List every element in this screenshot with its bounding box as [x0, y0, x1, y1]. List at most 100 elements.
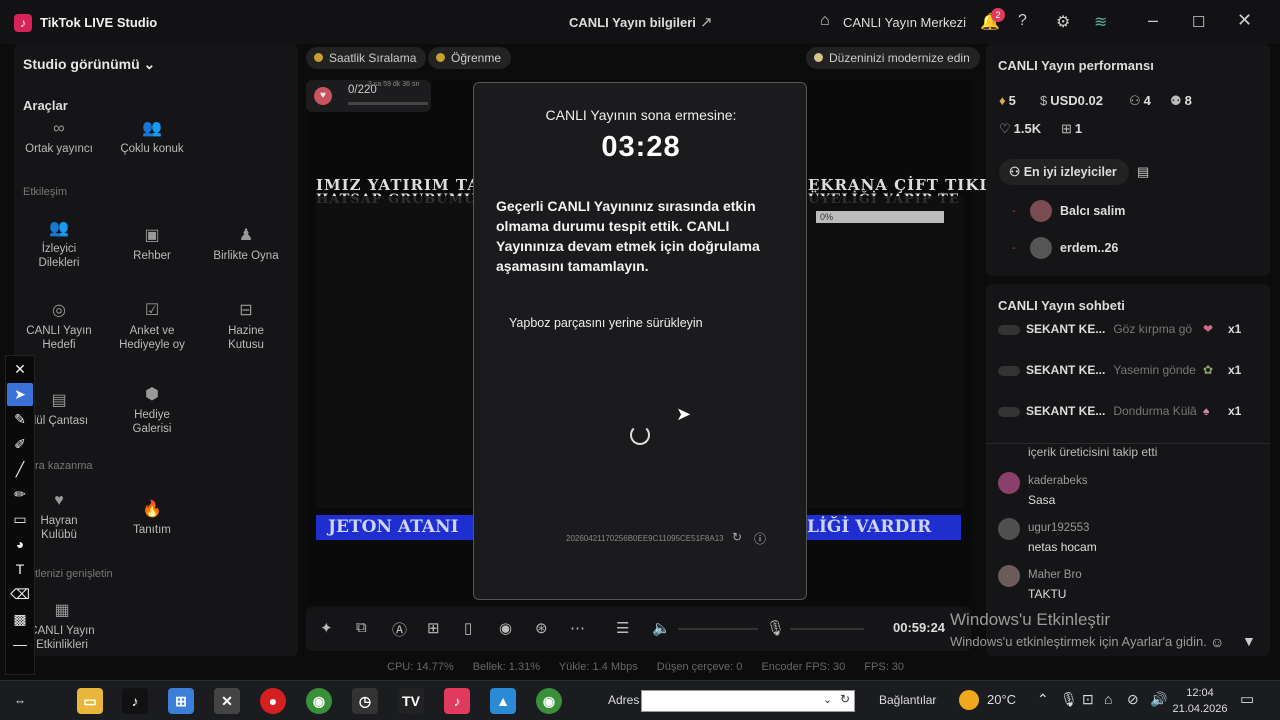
chevron-down-icon[interactable]: ⌄ [823, 693, 832, 706]
chrome-icon[interactable]: ◉ [306, 688, 332, 714]
minus-icon[interactable]: — [7, 633, 33, 656]
brush-icon[interactable]: ✏ [7, 483, 33, 506]
ai-effects-icon[interactable]: Ⓐ [392, 619, 407, 640]
mic-volume-slider[interactable] [790, 628, 864, 630]
tool-promote[interactable]: 🔥 Tanıtım [108, 502, 196, 537]
speaker-icon[interactable]: 🔈 [652, 619, 671, 637]
modernize-chip[interactable]: Düzeninizi modernize edin [806, 47, 980, 69]
photos-icon[interactable]: ▲ [490, 688, 516, 714]
studio-view-dropdown[interactable]: Studio görünümü ⌄ [23, 56, 155, 73]
help-icon[interactable]: ? [1018, 12, 1027, 30]
activation-watermark-text: Windows'u etkinleştirmek için Ayarlar'a … [950, 634, 1207, 649]
link-icon[interactable]: ⊘ [1127, 691, 1139, 708]
connections-toolbar[interactable]: Bağlantılar [879, 693, 936, 707]
temperature[interactable]: 20°C [987, 692, 1016, 707]
chat-text: netas hocam [1028, 540, 1097, 554]
tool-poll[interactable]: ☑ Anket ve Hediyeyle oy [108, 303, 196, 352]
start-icon[interactable]: ⇔ [6, 688, 34, 714]
tool-play-together[interactable]: ♟ Birlikte Oyna [202, 228, 290, 263]
gift-icon: ♠ [1203, 404, 1210, 418]
bulb-icon [814, 53, 823, 62]
learning-chip[interactable]: Öğrenme [428, 47, 512, 69]
speaker-volume-slider[interactable] [678, 628, 758, 630]
chat-user[interactable]: kaderabeks [1028, 475, 1087, 487]
system-clock[interactable]: 12:04 21.04.2026 [1172, 685, 1228, 717]
top-viewers-tab[interactable]: ⚇ En iyi izleyiciler [999, 159, 1129, 185]
viewer-name[interactable]: erdem..26 [1060, 241, 1118, 255]
record-icon[interactable]: ◉ [499, 619, 512, 637]
gear-icon[interactable]: ⚙ [1056, 12, 1070, 32]
chat-text: TAKTU [1028, 587, 1067, 601]
tool-treasure-box[interactable]: ⊟ Hazine Kutusu [202, 303, 290, 352]
tool-co-host[interactable]: ∞ Ortak yayıncı [15, 121, 103, 156]
volume-icon[interactable]: 🔊 [1150, 691, 1167, 708]
hourly-ranking-chip[interactable]: Saatlik Sıralama [306, 47, 427, 69]
network-icon[interactable]: ⌂ [1104, 691, 1112, 707]
layers-icon[interactable]: ≋ [1094, 12, 1107, 32]
chat-user[interactable]: Maher Bro [1028, 569, 1082, 581]
eraser-icon[interactable]: ⌫ [7, 583, 33, 606]
marker-icon[interactable]: ✐ [7, 433, 33, 456]
more-icon[interactable]: ⋯ [570, 619, 585, 637]
likes-stat: ♡ 1.5K [999, 121, 1042, 136]
screen-share-icon[interactable]: ⧉ [356, 619, 367, 636]
verification-modal: CANLI Yayının sona ermesine: 03:28 Geçer… [473, 82, 807, 600]
tool-gift-gallery[interactable]: ⬢ Hediye Galerisi [108, 387, 196, 436]
text-icon[interactable]: T [7, 558, 33, 581]
close-icon[interactable]: ✕ [7, 358, 33, 381]
chevron-up-icon[interactable]: ⌃ [1037, 691, 1049, 708]
tiktok-app-icon[interactable]: ♪ [122, 688, 148, 714]
palette-icon[interactable]: ◕ [7, 533, 33, 556]
minimize-button[interactable]: – [1148, 10, 1158, 31]
tool-viewer-requests[interactable]: 👥 İzleyici Dilekleri [15, 221, 103, 270]
modal-title: CANLI Yayının sona ermesine: [545, 107, 737, 123]
refresh-icon[interactable]: ↻ [840, 692, 850, 706]
tool-live-goal[interactable]: ◎ CANLI Yayın Hedefi [15, 303, 103, 352]
tradingview-icon[interactable]: TV [398, 688, 424, 714]
checker-icon[interactable]: ▩ [7, 608, 33, 631]
gift-message: SEKANT KE... Yasemin gönde ✿ x1 [998, 355, 1270, 385]
capcut-icon[interactable]: ✕ [214, 688, 240, 714]
interaction-heading: Etkileşim [23, 186, 68, 198]
settings-sliders-icon[interactable]: ☰ [616, 619, 629, 637]
live-info-title[interactable]: CANLI Yayın bilgileri [569, 15, 696, 30]
live-center-link[interactable]: CANLI Yayın Merkezi [843, 15, 966, 30]
maximize-button[interactable]: ☐ [1192, 13, 1205, 31]
activation-watermark-title: Windows'u Etkinleştir [950, 610, 1111, 629]
goal-counter[interactable]: ♥ 0/220 3 sa 59 dk 36 sn [306, 80, 431, 112]
diamonds-stat: ♦ 5 [999, 93, 1016, 108]
add-source-icon[interactable]: ⊞ [427, 619, 440, 637]
send-icon[interactable]: ▼ [1242, 633, 1256, 649]
emoji-icon[interactable]: ☺ [1210, 634, 1224, 650]
chevron-down-icon: ⌄ [143, 56, 156, 72]
target-icon[interactable]: ⊛ [535, 619, 548, 637]
info-icon[interactable]: ⓘ [754, 530, 766, 547]
rectangle-icon[interactable]: ▭ [7, 508, 33, 531]
microphone-icon[interactable]: 🎙 [766, 619, 785, 637]
screen-icon[interactable]: ⊡ [1082, 691, 1094, 708]
store-icon[interactable]: ⊞ [168, 688, 194, 714]
live-duration: 00:59:24 [893, 620, 946, 635]
pen-icon[interactable]: ✎ [7, 408, 33, 431]
magic-wand-icon[interactable]: ✦ [320, 619, 333, 637]
close-button[interactable]: ✕ [1237, 10, 1252, 31]
tiktok-live-icon[interactable]: ♪ [444, 688, 470, 714]
chrome-icon[interactable]: ◉ [536, 688, 562, 714]
folder-icon[interactable]: ▭ [77, 688, 103, 714]
weather-icon[interactable] [959, 690, 979, 710]
line-icon[interactable]: ╱ [7, 458, 33, 481]
tool-multi-guest[interactable]: 👥 Çoklu konuk [108, 121, 196, 156]
pointer-icon[interactable]: ➤ [7, 383, 33, 406]
clock-app-icon[interactable]: ◷ [352, 688, 378, 714]
record-icon[interactable]: ● [260, 688, 286, 714]
tool-guide[interactable]: ▣ Rehber [108, 228, 196, 263]
share-icon[interactable]: ↗ [700, 13, 713, 31]
mobile-icon[interactable]: ▯ [464, 619, 472, 637]
viewer-name[interactable]: Balcı salim [1060, 204, 1125, 218]
notification-center-icon[interactable]: ▭ [1240, 690, 1254, 708]
refresh-icon[interactable]: ↻ [732, 530, 742, 544]
list-icon[interactable]: ▤ [1137, 164, 1149, 180]
microphone-icon[interactable]: 🎙 [1060, 691, 1078, 708]
chat-user[interactable]: ugur192553 [1028, 522, 1089, 534]
home-icon[interactable]: ⌂ [820, 12, 830, 30]
